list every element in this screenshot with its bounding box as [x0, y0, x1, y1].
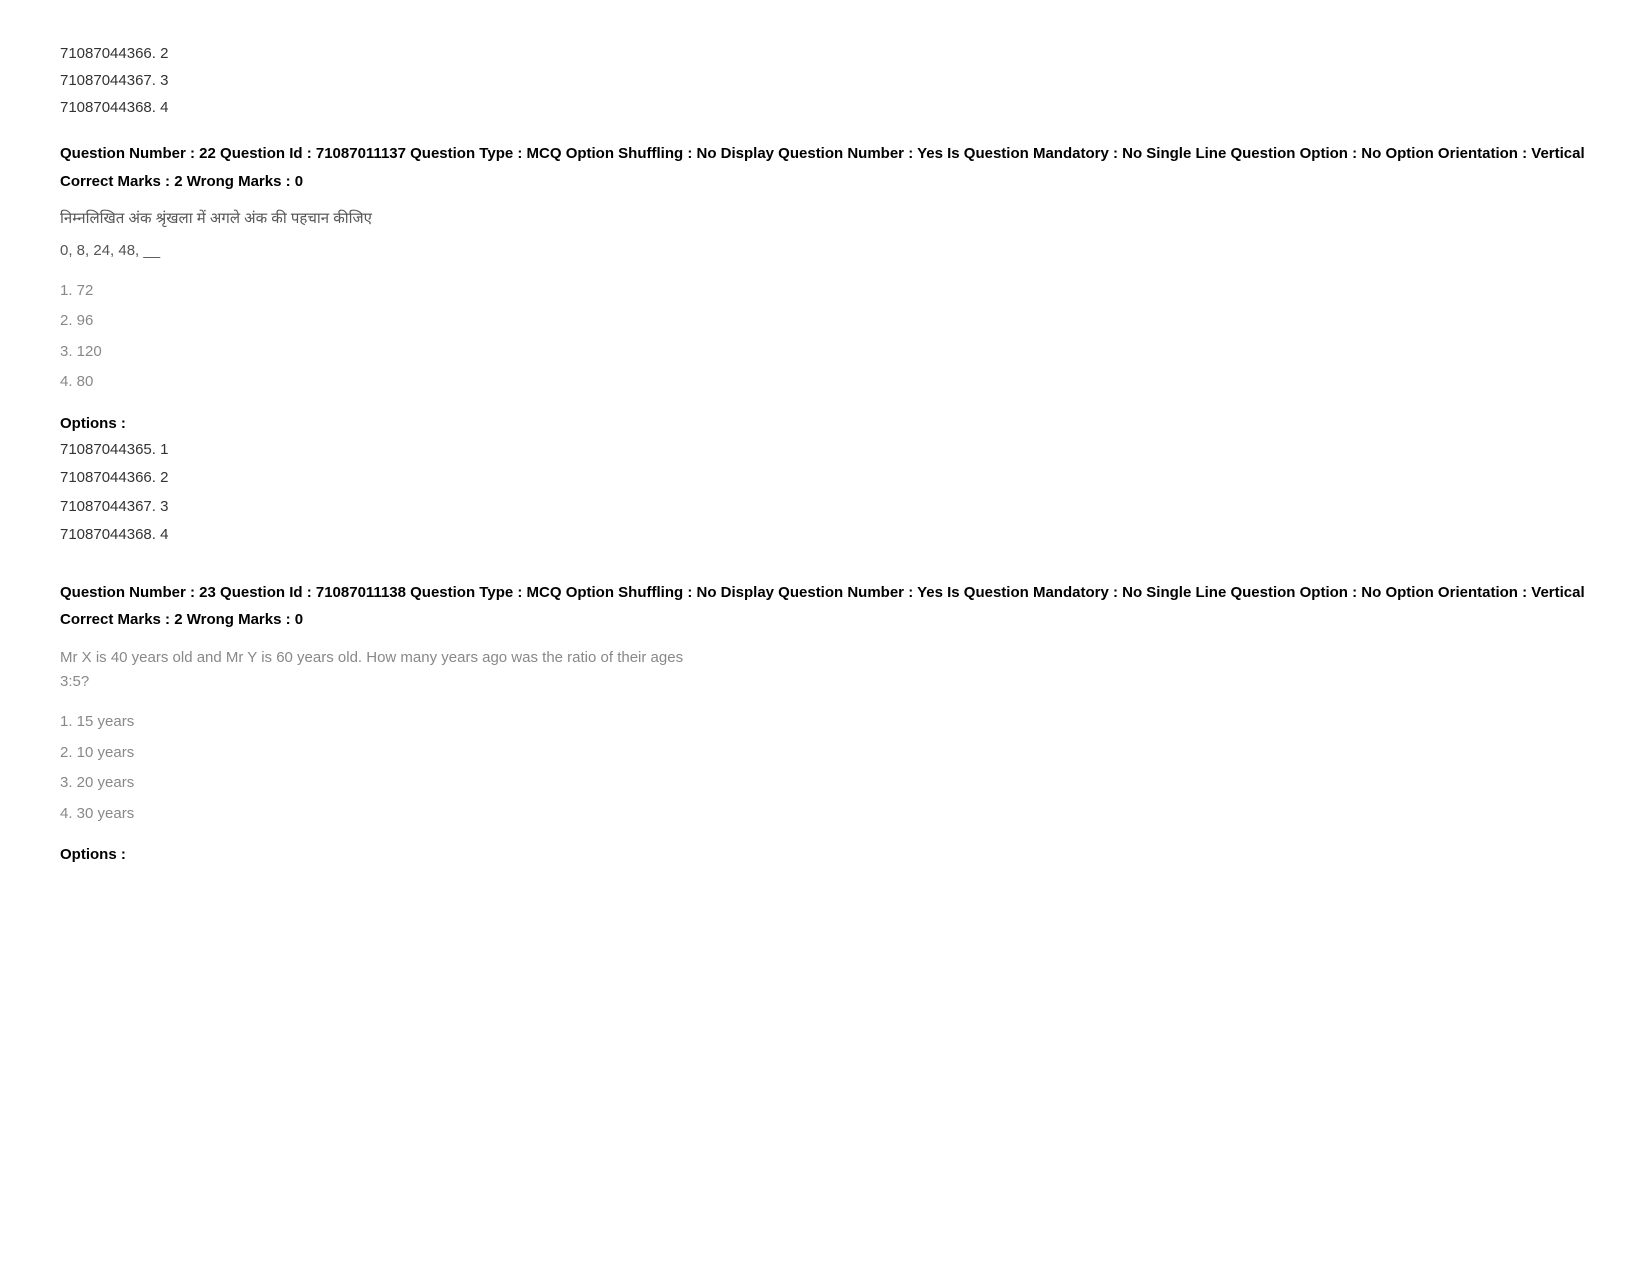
question-23-marks: Correct Marks : 2 Wrong Marks : 0 [60, 611, 1590, 628]
top-option-id-3: 71087044368. 4 [60, 94, 1590, 121]
question-22-header: Question Number : 22 Question Id : 71087… [60, 141, 1590, 167]
question-22-options: 1. 72 2. 96 3. 120 4. 80 [60, 277, 1590, 397]
question-23-text-line2: 3:5? [60, 673, 89, 690]
q22-option-4: 4. 80 [60, 368, 1590, 397]
question-22-text-hindi: निम्नलिखित अंक श्रृंखला में अगले अंक की … [60, 208, 1590, 228]
question-22-option-ids: 71087044365. 1 71087044366. 2 7108704436… [60, 436, 1590, 550]
question-22-options-label: Options : [60, 415, 1590, 432]
q23-option-1: 1. 15 years [60, 708, 1590, 737]
question-23-options-label: Options : [60, 846, 1590, 863]
q23-option-2: 2. 10 years [60, 739, 1590, 768]
top-option-ids: 71087044366. 2 71087044367. 3 7108704436… [60, 40, 1590, 121]
top-option-id-2: 71087044367. 3 [60, 67, 1590, 94]
question-23-text-en: Mr X is 40 years old and Mr Y is 60 year… [60, 646, 1590, 694]
question-22-sequence: 0, 8, 24, 48, __ [60, 242, 1590, 259]
question-23-block: Question Number : 23 Question Id : 71087… [60, 580, 1590, 864]
question-22-block: Question Number : 22 Question Id : 71087… [60, 141, 1590, 550]
question-22-marks: Correct Marks : 2 Wrong Marks : 0 [60, 173, 1590, 190]
q22-option-3: 3. 120 [60, 338, 1590, 367]
question-23-header: Question Number : 23 Question Id : 71087… [60, 580, 1590, 606]
q23-option-3: 3. 20 years [60, 769, 1590, 798]
top-option-id-1: 71087044366. 2 [60, 40, 1590, 67]
q23-option-4: 4. 30 years [60, 800, 1590, 829]
q22-option-2: 2. 96 [60, 307, 1590, 336]
q22-option-id-3: 71087044367. 3 [60, 493, 1590, 522]
q22-option-id-2: 71087044366. 2 [60, 464, 1590, 493]
q22-option-id-1: 71087044365. 1 [60, 436, 1590, 465]
question-23-text-line1: Mr X is 40 years old and Mr Y is 60 year… [60, 649, 683, 666]
question-23-options: 1. 15 years 2. 10 years 3. 20 years 4. 3… [60, 708, 1590, 828]
q22-option-id-4: 71087044368. 4 [60, 521, 1590, 550]
q22-option-1: 1. 72 [60, 277, 1590, 306]
